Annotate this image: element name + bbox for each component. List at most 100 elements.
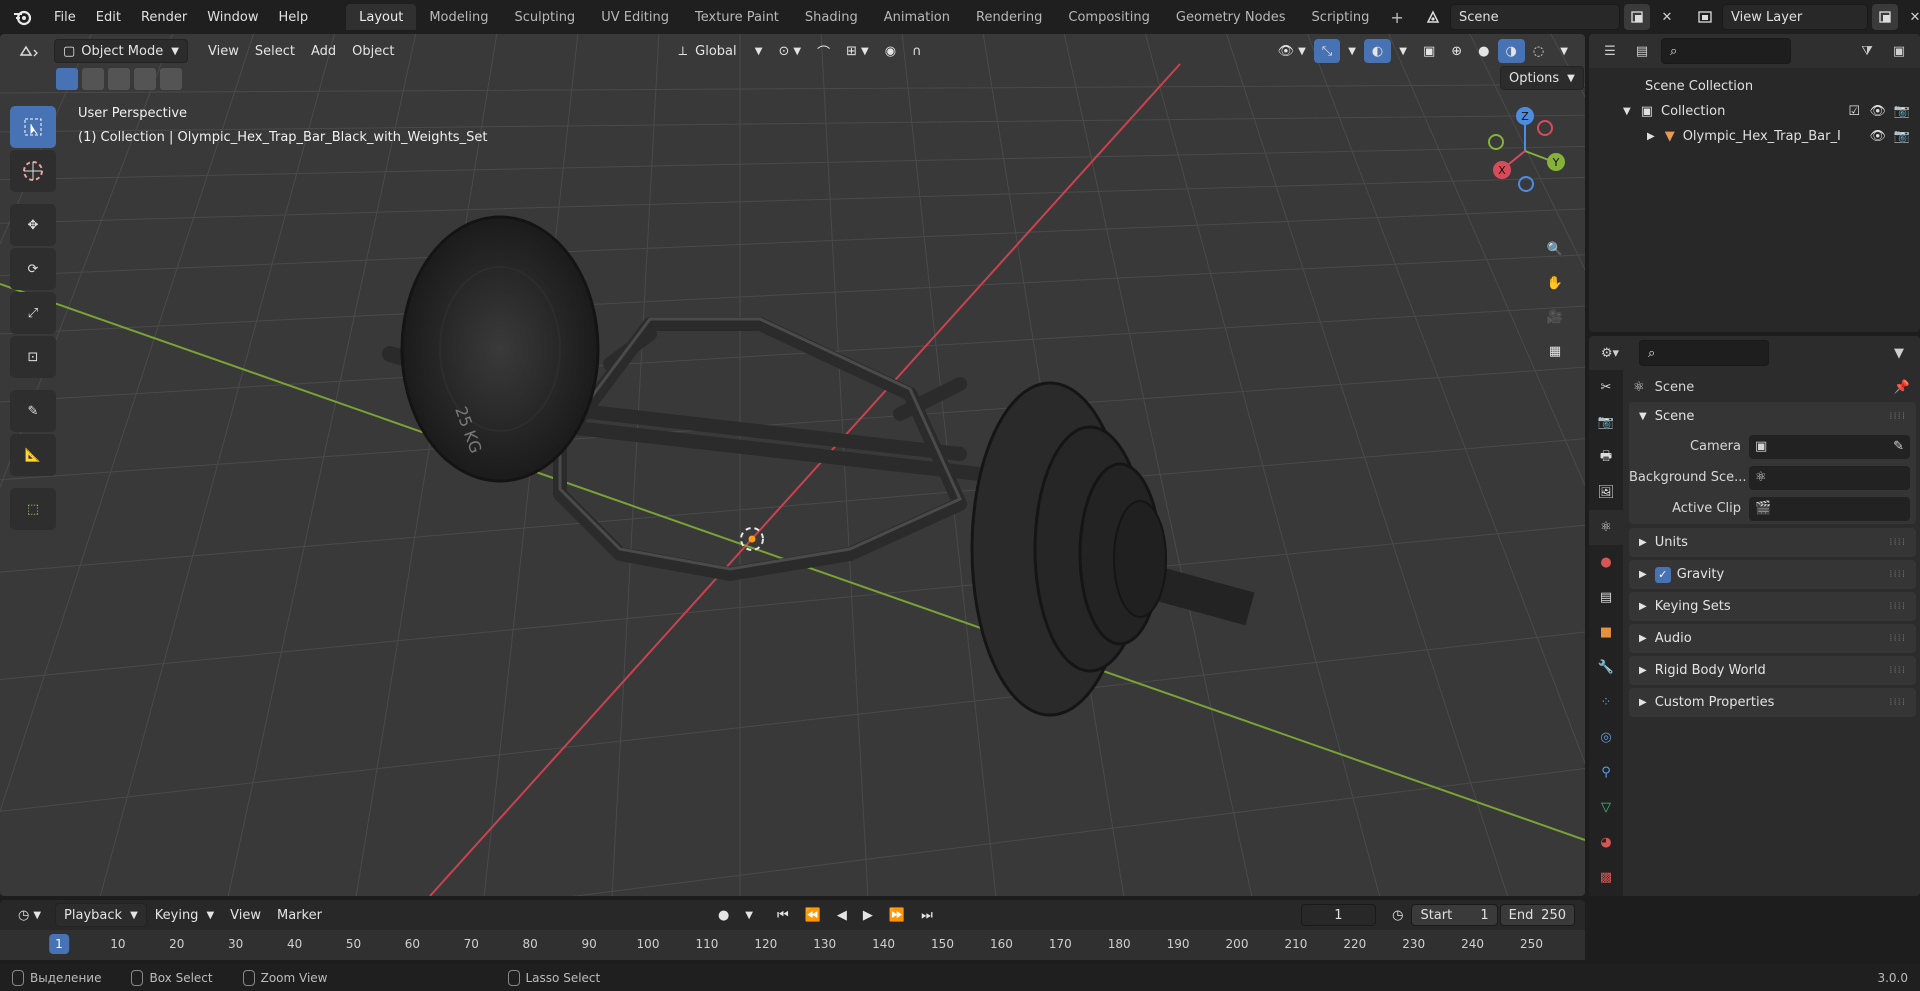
select-subtract-icon[interactable] [108,68,130,90]
gravity-checkbox[interactable]: ✓ [1654,566,1671,583]
view-layer-tab-icon[interactable]: 🖼 [1589,475,1623,510]
display-mode-icon[interactable]: ▤ [1629,38,1655,64]
pan-hand-icon[interactable]: ✋ [1540,268,1570,298]
delete-view-layer-icon[interactable]: ✕ [1902,4,1920,30]
particles-tab-icon[interactable]: ⁘ [1589,685,1623,720]
blender-logo-icon[interactable] [0,0,44,34]
units-panel-header[interactable]: ▶ Units ⁞⁞⁞⁞ [1629,528,1916,557]
play-reverse-icon[interactable]: ◀ [829,903,855,927]
move-tool-icon[interactable]: ✥ [10,204,56,246]
tab-layout[interactable]: Layout [346,4,417,30]
output-tab-icon[interactable]: 🖶 [1589,440,1623,475]
play-icon[interactable]: ▶ [855,903,881,927]
new-scene-icon[interactable] [1624,4,1650,30]
view-layer-icon[interactable] [1692,4,1718,30]
properties-editor-icon[interactable]: ⚙▾ [1597,340,1623,366]
start-frame-field[interactable]: Start 1 [1411,904,1498,926]
menu-help[interactable]: Help [269,0,319,34]
pin-icon[interactable]: 📌 [1894,380,1910,395]
select-intersect-icon[interactable] [160,68,182,90]
jump-keyframe-forward-icon[interactable]: ⏩ [881,903,913,927]
measure-tool-icon[interactable]: 📐 [10,434,56,476]
gravity-panel-header[interactable]: ▶ ✓ Gravity ⁞⁞⁞⁞ [1629,560,1916,589]
new-view-layer-icon[interactable] [1872,4,1898,30]
outliner-scene-collection[interactable]: Scene Collection [1589,74,1920,99]
menu-file[interactable]: File [44,0,86,34]
shading-solid-icon[interactable]: ● [1470,39,1497,63]
jump-start-icon[interactable]: ⏮ [769,903,797,927]
scale-tool-icon[interactable]: ⤢ [10,292,56,334]
drag-grip-icon[interactable]: ⁞⁞⁞⁞ [1889,537,1906,548]
expand-arrow-icon[interactable]: ▼ [1623,106,1631,117]
tab-rendering[interactable]: Rendering [963,4,1055,30]
annotate-tool-icon[interactable]: ✎ [10,390,56,432]
drag-grip-icon[interactable]: ⁞⁞⁞⁞ [1889,697,1906,708]
background-scene-field[interactable]: ⚛ [1749,465,1910,490]
visibility-eye-icon[interactable]: 👁 [1869,104,1886,119]
custom-properties-panel-header[interactable]: ▶ Custom Properties ⁞⁞⁞⁞ [1629,688,1916,717]
object-tab-icon[interactable]: ■ [1589,615,1623,650]
eyedropper-icon[interactable]: ✎ [1893,439,1904,454]
add-workspace-icon[interactable]: + [1382,8,1411,27]
data-tab-icon[interactable]: ▽ [1589,790,1623,825]
end-frame-field[interactable]: End 250 [1499,904,1575,926]
rotate-tool-icon[interactable]: ⟳ [10,248,56,290]
falloff-icon[interactable]: ∩ [904,39,930,63]
shading-dropdown-icon[interactable]: ▼ [1552,39,1576,63]
tab-geometry-nodes[interactable]: Geometry Nodes [1163,4,1299,30]
pivot-point-icon[interactable]: ⊙ ▼ [770,39,809,63]
keying-sets-panel-header[interactable]: ▶ Keying Sets ⁞⁞⁞⁞ [1629,592,1916,621]
transform-orientation-dropdown[interactable]: ⟂ Global ▼ [670,39,770,63]
exclude-checkbox-icon[interactable]: ☑ [1848,104,1860,119]
timeline-menu-marker[interactable]: Marker [269,903,330,927]
audio-panel-header[interactable]: ▶ Audio ⁞⁞⁞⁞ [1629,624,1916,653]
visibility-eye-icon[interactable]: 👁 [1869,129,1886,144]
outliner-search-input[interactable]: ⌕ [1661,38,1791,64]
select-invert-icon[interactable] [134,68,156,90]
shading-material-icon[interactable]: ◑ [1497,39,1525,63]
outliner-collection-row[interactable]: ▼ ▣ Collection ☑ 👁 📷 [1589,99,1920,124]
xray-toggle-icon[interactable]: ▣ [1415,39,1443,63]
jump-end-icon[interactable]: ⏭ [913,903,941,927]
render-tab-icon[interactable]: 📷 [1589,405,1623,440]
gizmo-dropdown-icon[interactable]: ▼ [1340,39,1364,63]
tab-texture-paint[interactable]: Texture Paint [682,4,792,30]
proportional-edit-icon[interactable]: ◉ [877,39,904,63]
scene-name-field[interactable]: Scene [1450,4,1620,30]
drag-grip-icon[interactable]: ⁞⁞⁞⁞ [1889,411,1906,422]
timeline-menu-keying[interactable]: Keying ▼ [147,903,222,927]
transform-tool-icon[interactable]: ⊡ [10,336,56,378]
material-tab-icon[interactable]: ◕ [1589,825,1623,860]
new-collection-icon[interactable]: ▣ [1886,38,1912,64]
render-camera-icon[interactable]: 📷 [1894,104,1910,119]
jump-keyframe-back-icon[interactable]: ⏪ [797,903,829,927]
modifier-tab-icon[interactable]: 🔧 [1589,650,1623,685]
shading-wireframe-icon[interactable]: ⊕ [1443,39,1470,63]
preview-range-icon[interactable]: ◷ [1384,903,1411,927]
timeline-ruler[interactable]: 1 10 20 30 40 50 60 70 80 90 100 110 120 130 140 150 160… [0,930,1585,960]
tab-shading[interactable]: Shading [792,4,871,30]
menu-render[interactable]: Render [131,0,197,34]
tab-modeling[interactable]: Modeling [416,4,501,30]
outliner-editor-icon[interactable]: ☰ [1597,38,1623,64]
scene-icon[interactable] [1420,4,1446,30]
physics-tab-icon[interactable]: ◎ [1589,720,1623,755]
world-tab-icon[interactable]: ● [1589,545,1623,580]
viewport-menu-select[interactable]: Select [247,39,303,63]
shading-rendered-icon[interactable]: ◌ [1525,39,1552,63]
select-box-tool-icon[interactable] [10,106,56,148]
zoom-icon[interactable]: 🔍 [1540,234,1570,264]
overlays-dropdown-icon[interactable]: ▼ [1391,39,1415,63]
timeline-menu-playback[interactable]: Playback ▼ [55,903,147,927]
overlays-toggle-icon[interactable]: ◐ [1363,39,1392,63]
properties-options-icon[interactable]: ▼ [1886,340,1912,366]
filter-icon[interactable]: ⧩ [1854,38,1880,64]
cursor-tool-icon[interactable] [10,150,56,192]
rigid-body-world-panel-header[interactable]: ▶ Rigid Body World ⁞⁞⁞⁞ [1629,656,1916,685]
camera-field[interactable]: ▣ ✎ [1749,434,1910,459]
add-cube-tool-icon[interactable]: ⬚ [10,488,56,530]
tool-tab-icon[interactable]: ✂ [1589,370,1623,405]
drag-grip-icon[interactable]: ⁞⁞⁞⁞ [1889,569,1906,580]
current-frame-field[interactable]: 1 [1300,904,1377,926]
delete-scene-icon[interactable]: ✕ [1654,4,1680,30]
